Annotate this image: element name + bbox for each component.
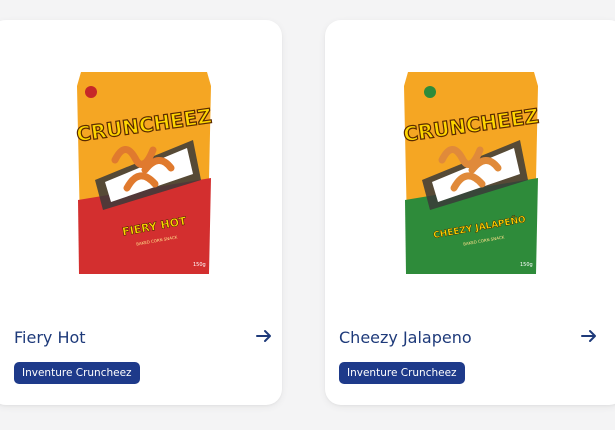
package-weight: 150g xyxy=(193,262,206,268)
product-card-fiery-hot[interactable]: CRUNCHEEZ FIERY HOT BAKED CORN SNACK 150… xyxy=(0,20,282,405)
brand-badge[interactable]: Inventure Cruncheez xyxy=(339,362,465,384)
brand-badge[interactable]: Inventure Cruncheez xyxy=(14,362,140,384)
arrow-right-icon[interactable] xyxy=(580,327,598,345)
product-image-fiery-hot: CRUNCHEEZ FIERY HOT BAKED CORN SNACK 150… xyxy=(75,72,213,274)
package-weight: 150g xyxy=(520,262,533,268)
product-title[interactable]: Cheezy Jalapeno xyxy=(339,328,472,347)
arrow-right-icon[interactable] xyxy=(255,327,273,345)
product-title[interactable]: Fiery Hot xyxy=(14,328,86,347)
product-card-cheezy-jalapeno[interactable]: CRUNCHEEZ CHEEZY JALAPEÑO BAKED CORN SNA… xyxy=(325,20,615,405)
product-image-cheezy-jalapeno: CRUNCHEEZ CHEEZY JALAPEÑO BAKED CORN SNA… xyxy=(402,72,540,274)
